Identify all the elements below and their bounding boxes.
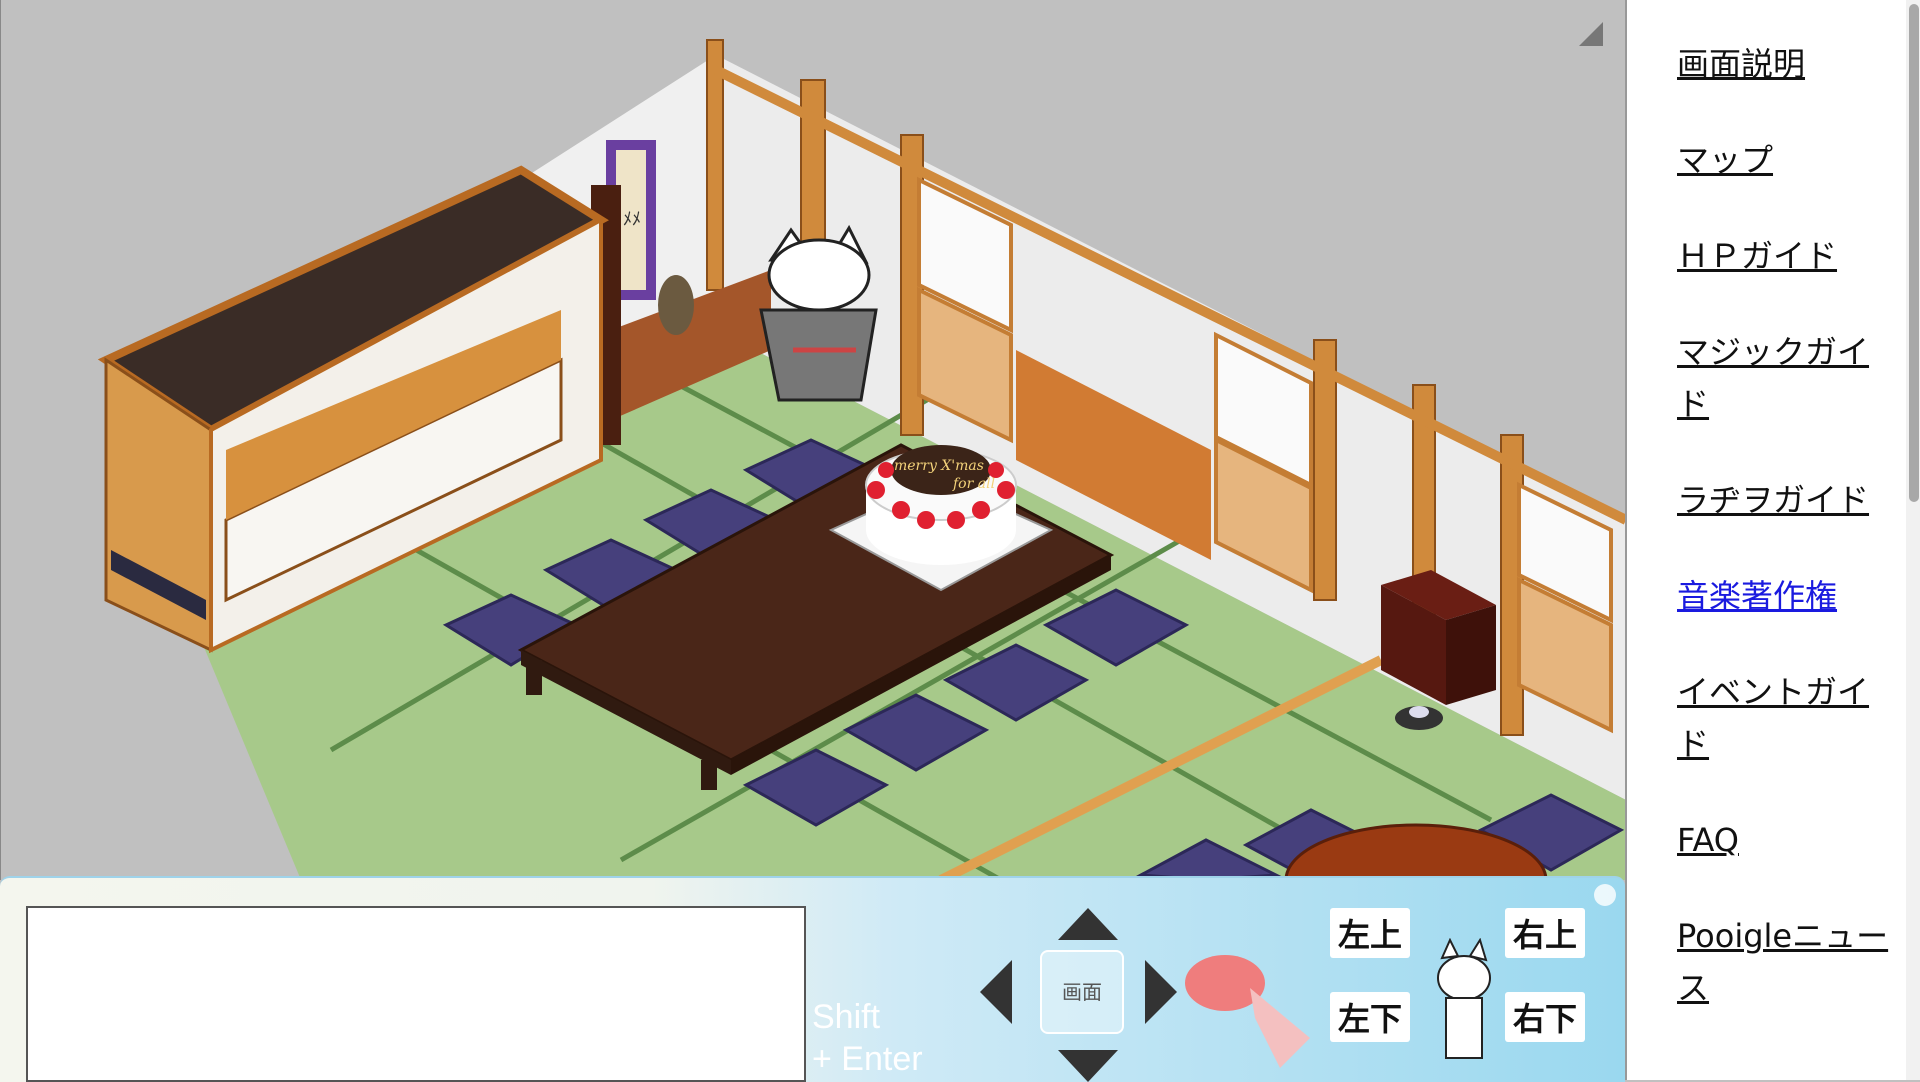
bar-grip-handle[interactable]: [1594, 884, 1616, 906]
lower-right-button[interactable]: 右下: [1505, 992, 1586, 1042]
teacup: [1409, 706, 1429, 718]
sidebar-item-pooigle-news[interactable]: Pooigleニュース: [1677, 917, 1888, 1007]
svg-text:merry X'mas: merry X'mas: [894, 458, 984, 474]
move-down-arrow-icon[interactable]: [1058, 1050, 1118, 1082]
svg-text:for all: for all: [952, 476, 995, 492]
lower-left-button[interactable]: 左下: [1330, 992, 1411, 1042]
sidebar-menu: 画面説明 マップ ＨＰガイド マジックガイド ラヂヲガイド 音楽著作権 イベント…: [1627, 0, 1920, 1014]
sidebar-item-event-guide[interactable]: イベントガイド: [1677, 673, 1869, 763]
svg-text:ﾒﾒ: ﾒﾒ: [623, 209, 641, 230]
game-view[interactable]: ﾒﾒ merry X'mas for all: [0, 0, 1626, 880]
sidebar-item-screen-guide[interactable]: 画面説明: [1677, 45, 1805, 83]
vase: [658, 275, 694, 335]
sidebar-item-hp-guide[interactable]: ＨＰガイド: [1677, 237, 1837, 275]
chat-input[interactable]: [26, 906, 806, 1082]
upper-left-button[interactable]: 左上: [1330, 908, 1411, 958]
cat-avatar[interactable]: [759, 224, 878, 402]
chat-control-bar: Shift + Enter 画面 左上 右上 左下 右下: [0, 876, 1625, 1082]
shift-hint-line2: + Enter: [812, 1040, 923, 1078]
move-up-arrow-icon[interactable]: [1058, 908, 1118, 940]
move-right-arrow-icon[interactable]: [1145, 960, 1177, 1024]
sidebar-item-radio-guide[interactable]: ラヂヲガイド: [1677, 481, 1869, 519]
cat-mascot-icon: [1437, 938, 1491, 1059]
sidebar-scrollbar[interactable]: [1906, 0, 1920, 1080]
upper-right-button[interactable]: 右上: [1505, 908, 1586, 958]
screen-button[interactable]: 画面: [1040, 950, 1124, 1034]
resize-corner-icon[interactable]: [1579, 22, 1603, 46]
shift-hint-line1: Shift: [812, 998, 881, 1036]
goldfish-decoration: [1185, 955, 1310, 1068]
move-left-arrow-icon[interactable]: [980, 960, 1012, 1024]
sidebar-item-magic-guide[interactable]: マジックガイド: [1677, 333, 1869, 423]
scrollbar-thumb[interactable]: [1909, 4, 1919, 502]
shift-enter-hint: Shift + Enter: [812, 996, 923, 1080]
sidebar-item-music-copyright[interactable]: 音楽著作権: [1677, 577, 1837, 615]
sidebar-item-map[interactable]: マップ: [1677, 141, 1773, 179]
shoji-window-3: [1517, 481, 1613, 734]
sidebar: 画面説明 マップ ＨＰガイド マジックガイド ラヂヲガイド 音楽著作権 イベント…: [1625, 0, 1920, 1080]
room-scene[interactable]: ﾒﾒ merry X'mas for all: [1, 0, 1626, 880]
sidebar-item-faq[interactable]: FAQ: [1677, 821, 1739, 859]
